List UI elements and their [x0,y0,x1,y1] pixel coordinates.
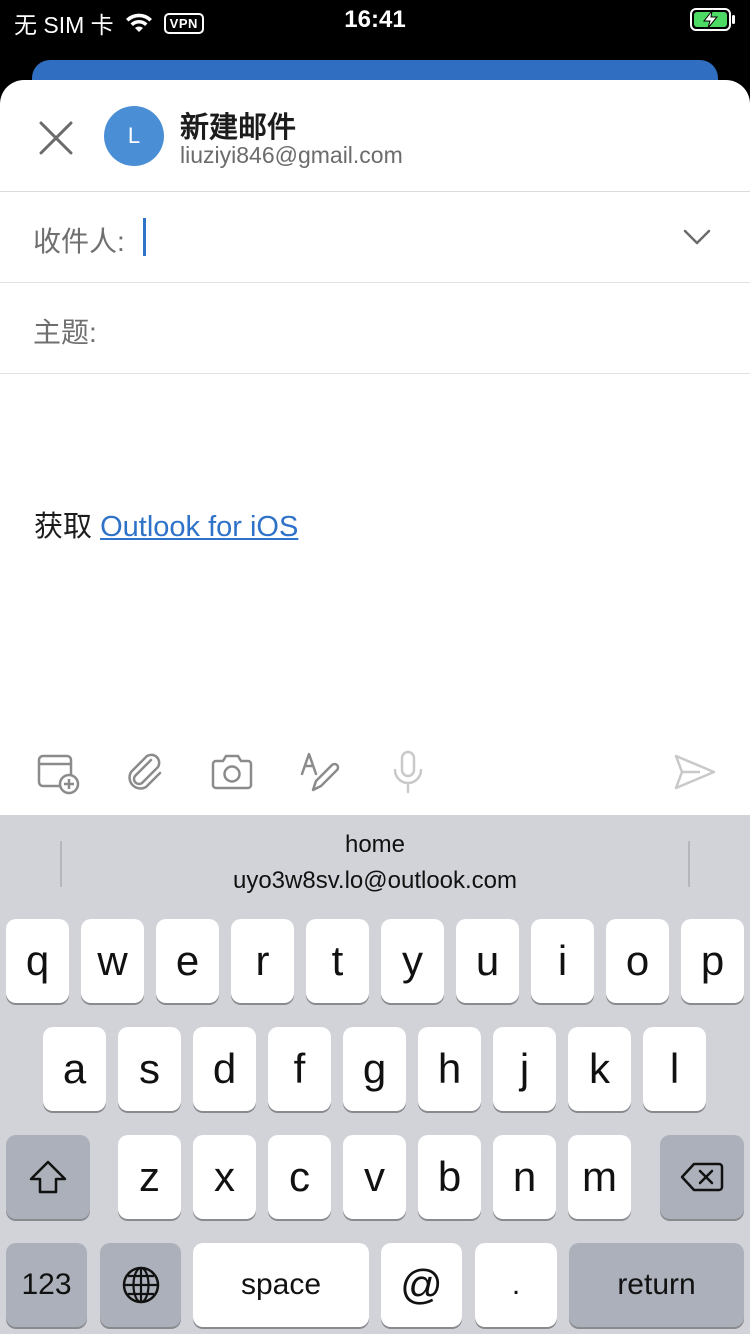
key-y[interactable]: y [381,919,444,1003]
compose-header: L 新建邮件 liuziyi846@gmail.com [0,80,750,192]
key-r[interactable]: r [231,919,294,1003]
battery-charging-icon [690,8,735,31]
key-q[interactable]: q [6,919,69,1003]
to-label: 收件人: [33,226,125,257]
key-v[interactable]: v [343,1135,406,1219]
key-k[interactable]: k [568,1027,631,1111]
attachment-icon[interactable] [121,748,169,796]
dot-key[interactable]: . [475,1243,557,1327]
key-d[interactable]: d [193,1027,256,1111]
space-key[interactable]: space [193,1243,369,1327]
text-cursor [143,218,146,256]
send-icon[interactable] [670,748,718,796]
account-email[interactable]: liuziyi846@gmail.com [180,142,403,169]
to-field[interactable]: 收件人: [0,192,750,283]
key-e[interactable]: e [156,919,219,1003]
close-icon [39,121,73,155]
status-bar: 无 SIM 卡 VPN 16:41 [0,0,750,40]
subject-field[interactable]: 主题: [0,283,750,374]
status-time: 16:41 [344,6,406,33]
return-key[interactable]: return [569,1243,744,1327]
key-a[interactable]: a [43,1027,106,1111]
backspace-key[interactable] [660,1135,744,1219]
calendar-add-icon[interactable] [34,748,82,796]
suggestion-label: home [344,831,406,858]
globe-key[interactable] [100,1243,181,1327]
at-key[interactable]: @ [381,1243,462,1327]
key-u[interactable]: u [456,919,519,1003]
key-l[interactable]: l [643,1027,706,1111]
key-x[interactable]: x [193,1135,256,1219]
keyboard: home uyo3w8sv.lo@outlook.com q w e r t y… [0,815,750,1334]
key-j[interactable]: j [493,1027,556,1111]
key-s[interactable]: s [118,1027,181,1111]
body-prefix: 获取 [34,511,93,543]
key-i[interactable]: i [531,919,594,1003]
key-m[interactable]: m [568,1135,631,1219]
key-f[interactable]: f [268,1027,331,1111]
compose-sheet: L 新建邮件 liuziyi846@gmail.com 收件人: 主题: 获取 … [0,80,750,815]
backspace-icon [680,1162,724,1192]
outlook-link[interactable]: Outlook for iOS [100,511,298,543]
key-c[interactable]: c [268,1135,331,1219]
key-p[interactable]: p [681,919,744,1003]
shift-icon [29,1160,67,1194]
key-w[interactable]: w [81,919,144,1003]
key-h[interactable]: h [418,1027,481,1111]
shift-key[interactable] [6,1135,90,1219]
microphone-icon[interactable] [384,748,432,796]
chevron-down-icon[interactable] [682,222,712,252]
key-b[interactable]: b [418,1135,481,1219]
compose-toolbar [0,740,750,810]
globe-icon [122,1266,159,1304]
numbers-key[interactable]: 123 [6,1243,87,1327]
suggestion-bar[interactable]: home uyo3w8sv.lo@outlook.com [0,815,750,910]
key-g[interactable]: g [343,1027,406,1111]
key-n[interactable]: n [493,1135,556,1219]
message-body[interactable]: 获取 Outlook for iOS [34,503,298,545]
key-o[interactable]: o [606,919,669,1003]
suggestion-email: uyo3w8sv.lo@outlook.com [232,867,518,894]
key-z[interactable]: z [118,1135,181,1219]
avatar[interactable]: L [104,106,164,166]
key-t[interactable]: t [306,919,369,1003]
camera-icon[interactable] [208,748,256,796]
page-title: 新建邮件 [180,112,297,144]
format-pen-icon[interactable] [296,748,344,796]
subject-label: 主题: [33,317,97,348]
close-button[interactable] [30,112,82,164]
